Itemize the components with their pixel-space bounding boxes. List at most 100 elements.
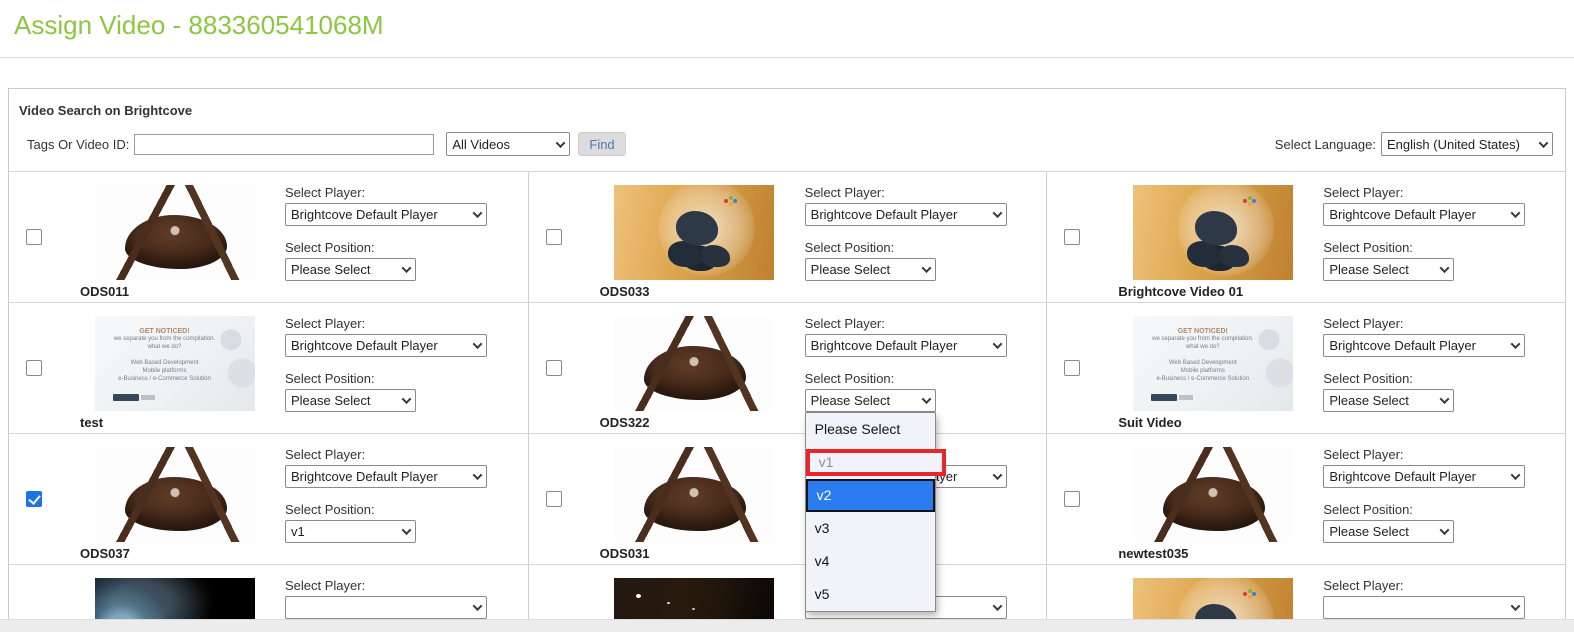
position-select[interactable]: Please Select bbox=[1323, 258, 1455, 281]
promo-button-art bbox=[1150, 394, 1193, 401]
dropdown-option-highlighted[interactable]: v2 bbox=[805, 479, 935, 512]
position-select[interactable]: Please Select bbox=[1323, 389, 1455, 412]
position-dropdown: Please Select v1 v2 v3 v4 v5 bbox=[804, 412, 946, 612]
player-select[interactable] bbox=[285, 596, 487, 619]
chevron-down-icon bbox=[1510, 470, 1521, 481]
video-name: ODS031 bbox=[599, 546, 650, 561]
chevron-down-icon bbox=[472, 339, 483, 350]
chevron-down-icon bbox=[401, 525, 412, 536]
cell-controls: Select Player: Brightcove Default Player… bbox=[1315, 172, 1565, 302]
player-select[interactable] bbox=[1323, 596, 1526, 619]
video-figure: ODS322 bbox=[592, 303, 797, 433]
chevron-down-icon bbox=[921, 263, 932, 274]
promo-button-art bbox=[112, 394, 155, 401]
videos-filter-select[interactable]: All Videos bbox=[446, 132, 571, 156]
chevron-down-icon bbox=[555, 137, 566, 148]
dropdown-option[interactable]: v4 bbox=[806, 545, 935, 578]
chevron-down-icon bbox=[992, 208, 1003, 219]
video-name: newtest035 bbox=[1118, 546, 1189, 561]
cell-controls: Select Player: Brightcove Default Player… bbox=[1315, 303, 1565, 433]
video-figure: GET NOTICED! we separate you from the co… bbox=[72, 303, 277, 433]
promo-line: Web Based Development bbox=[1168, 360, 1237, 366]
find-button[interactable]: Find bbox=[578, 132, 626, 156]
chevron-down-icon bbox=[401, 394, 412, 405]
promo-line: Mobile platforms bbox=[142, 368, 187, 374]
promo-line: we separate you from the compilation. bbox=[1152, 336, 1254, 342]
bottom-scrollbar[interactable] bbox=[0, 619, 1574, 632]
video-cell-newtest035: newtest035 Select Player: Brightcove Def… bbox=[1046, 434, 1565, 564]
grid-row: ODS011 Select Player: Brightcove Default… bbox=[9, 171, 1565, 302]
position-label: Select Position: bbox=[285, 240, 375, 255]
video-figure: ODS033 bbox=[592, 172, 797, 302]
video-checkbox[interactable] bbox=[26, 229, 42, 245]
cell-controls: Select Player: Brightcove Default Player… bbox=[277, 434, 528, 564]
player-select[interactable]: Brightcove Default Player bbox=[1323, 203, 1526, 226]
video-name: Brightcove Video 01 bbox=[1118, 284, 1244, 299]
video-thumbnail: GET NOTICED! we separate you from the co… bbox=[94, 316, 255, 411]
grid-row: ODS037 Select Player: Brightcove Default… bbox=[9, 433, 1565, 564]
player-select[interactable]: Brightcove Default Player bbox=[804, 334, 1007, 357]
language-select[interactable]: English (United States) bbox=[1381, 132, 1553, 156]
player-label: Select Player: bbox=[804, 316, 885, 331]
promo-line: e-Business / e-Commerce Solution bbox=[118, 376, 211, 382]
player-select[interactable]: Brightcove Default Player bbox=[285, 334, 487, 357]
chevron-down-icon bbox=[472, 208, 483, 219]
video-name: test bbox=[80, 415, 104, 430]
position-label: Select Position: bbox=[1323, 240, 1413, 255]
position-select[interactable]: Please Select bbox=[285, 258, 416, 281]
player-label: Select Player: bbox=[1323, 447, 1404, 462]
position-select-open[interactable]: Please Select bbox=[804, 389, 936, 412]
promo-line: GET NOTICED! bbox=[139, 328, 190, 335]
position-select[interactable]: Please Select bbox=[285, 389, 416, 412]
dropdown-option[interactable]: Please Select bbox=[806, 413, 935, 446]
panel-header: Video Search on Brightcove bbox=[19, 103, 193, 118]
video-thumbnail bbox=[1132, 447, 1293, 542]
chevron-down-icon bbox=[401, 263, 412, 274]
player-select[interactable]: Brightcove Default Player bbox=[285, 203, 487, 226]
promo-line: what we do? bbox=[1185, 344, 1220, 350]
video-cell-test: GET NOTICED! we separate you from the co… bbox=[9, 303, 528, 433]
video-cell-brightcove-video-01: Brightcove Video 01 Select Player: Brigh… bbox=[1046, 172, 1565, 302]
promo-line: what we do? bbox=[147, 344, 182, 350]
promo-line: Web Based Development bbox=[130, 360, 199, 366]
player-label: Select Player: bbox=[285, 316, 366, 331]
player-select[interactable]: Brightcove Default Player bbox=[285, 465, 487, 488]
video-name: ODS033 bbox=[599, 284, 650, 299]
cell-controls: Select Player: Brightcove Default Player… bbox=[797, 303, 1047, 612]
video-checkbox[interactable] bbox=[545, 229, 562, 245]
player-label: Select Player: bbox=[804, 185, 885, 200]
position-select[interactable]: Please Select bbox=[1323, 520, 1455, 543]
video-checkbox[interactable] bbox=[545, 491, 562, 507]
position-label: Select Position: bbox=[804, 371, 895, 386]
video-checkbox[interactable] bbox=[1064, 491, 1081, 507]
chevron-down-icon bbox=[1439, 263, 1450, 274]
video-checkbox[interactable] bbox=[545, 360, 562, 376]
assign-video-page: Assign Video - 883360541068M Video Searc… bbox=[0, 0, 1574, 632]
player-select[interactable]: Brightcove Default Player bbox=[804, 203, 1007, 226]
chevron-down-icon bbox=[992, 601, 1003, 612]
video-thumbnail: GET NOTICED! we separate you from the co… bbox=[1132, 316, 1293, 411]
player-label: Select Player: bbox=[1323, 185, 1404, 200]
video-checkbox[interactable] bbox=[1064, 360, 1081, 376]
player-select[interactable]: Brightcove Default Player bbox=[1323, 465, 1526, 488]
video-name: Suit Video bbox=[1118, 415, 1182, 430]
tags-input[interactable] bbox=[134, 133, 435, 155]
position-select[interactable]: v1 bbox=[285, 520, 416, 543]
video-thumbnail bbox=[94, 447, 255, 542]
chevron-down-icon bbox=[992, 470, 1003, 481]
player-select[interactable]: Brightcove Default Player bbox=[1323, 334, 1526, 357]
video-checkbox-checked[interactable] bbox=[26, 491, 42, 507]
video-thumbnail bbox=[614, 447, 775, 542]
player-label: Select Player: bbox=[285, 185, 366, 200]
dropdown-option[interactable]: v5 bbox=[806, 578, 935, 611]
video-thumbnail bbox=[94, 185, 255, 280]
dropdown-option-annotated[interactable]: v1 bbox=[805, 449, 946, 476]
chevron-down-icon bbox=[1538, 137, 1549, 148]
video-checkbox[interactable] bbox=[1064, 229, 1081, 245]
position-label: Select Position: bbox=[285, 502, 375, 517]
video-checkbox[interactable] bbox=[26, 360, 42, 376]
player-label: Select Player: bbox=[285, 447, 366, 462]
video-thumbnail bbox=[614, 185, 775, 280]
position-select[interactable]: Please Select bbox=[804, 258, 936, 281]
dropdown-option[interactable]: v3 bbox=[806, 512, 935, 545]
